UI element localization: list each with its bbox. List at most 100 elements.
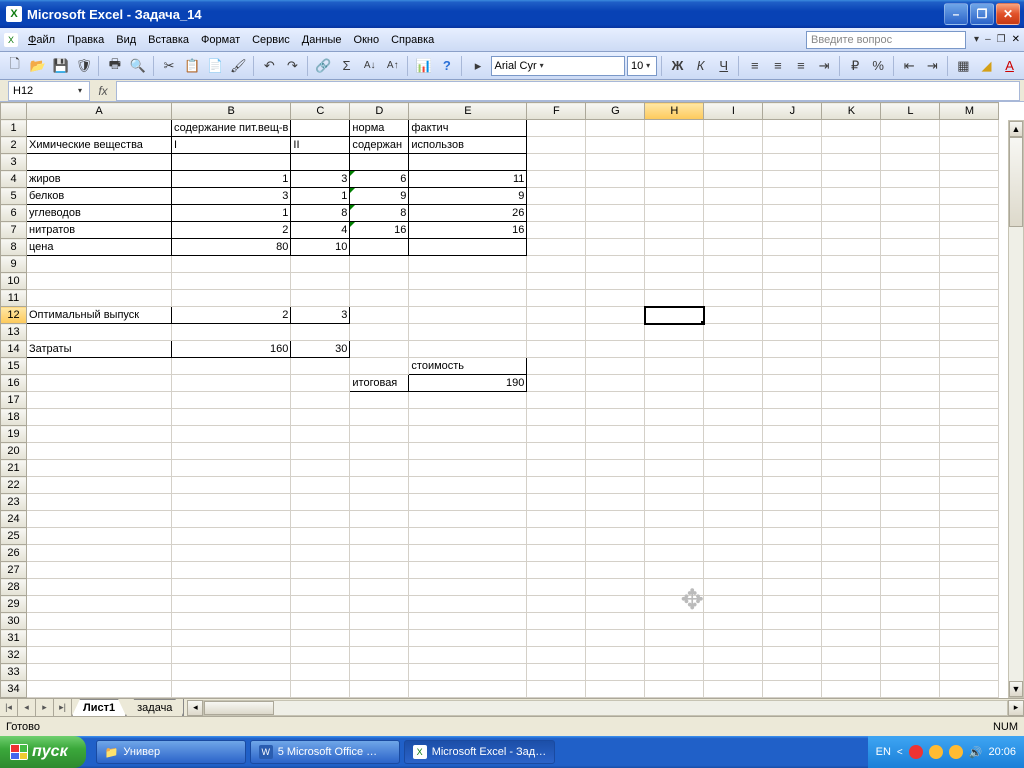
cell-J15[interactable]: [763, 358, 822, 375]
cell-F27[interactable]: [527, 562, 586, 579]
cell-K26[interactable]: [822, 545, 881, 562]
cell-E1[interactable]: фактич: [409, 120, 527, 137]
cell-D33[interactable]: [350, 664, 409, 681]
cell-B14[interactable]: 160: [172, 341, 291, 358]
cell-B27[interactable]: [172, 562, 291, 579]
cell-M15[interactable]: [940, 358, 999, 375]
cell-D1[interactable]: норма: [350, 120, 409, 137]
col-header-L[interactable]: L: [881, 103, 940, 120]
tray-chevron-icon[interactable]: <: [897, 747, 903, 758]
cell-D5[interactable]: 9: [350, 188, 409, 205]
cell-K21[interactable]: [822, 460, 881, 477]
cell-I12[interactable]: [704, 307, 763, 324]
cell-A22[interactable]: [27, 477, 172, 494]
cell-G11[interactable]: [586, 290, 645, 307]
cell-K27[interactable]: [822, 562, 881, 579]
sort-desc-button[interactable]: A↑: [382, 55, 403, 77]
cell-E29[interactable]: [409, 596, 527, 613]
cell-J8[interactable]: [763, 239, 822, 256]
cell-E33[interactable]: [409, 664, 527, 681]
cell-H32[interactable]: [645, 647, 704, 664]
cell-G9[interactable]: [586, 256, 645, 273]
cell-L12[interactable]: [881, 307, 940, 324]
cell-B23[interactable]: [172, 494, 291, 511]
cell-G33[interactable]: [586, 664, 645, 681]
cell-L6[interactable]: [881, 205, 940, 222]
cell-F31[interactable]: [527, 630, 586, 647]
cell-J3[interactable]: [763, 154, 822, 171]
menu-edit[interactable]: Правка: [61, 32, 110, 48]
cell-A20[interactable]: [27, 443, 172, 460]
cell-K29[interactable]: [822, 596, 881, 613]
cell-D19[interactable]: [350, 426, 409, 443]
increase-indent-button[interactable]: ⇥: [922, 55, 943, 77]
cell-H33[interactable]: [645, 664, 704, 681]
align-center-button[interactable]: ≡: [767, 55, 788, 77]
help-button[interactable]: ?: [436, 55, 457, 77]
cell-L13[interactable]: [881, 324, 940, 341]
cell-E8[interactable]: [409, 239, 527, 256]
open-button[interactable]: 📂: [27, 55, 48, 77]
cell-A12[interactable]: Оптимальный выпуск: [27, 307, 172, 324]
cell-K8[interactable]: [822, 239, 881, 256]
row-header-3[interactable]: 3: [1, 154, 27, 171]
cell-L32[interactable]: [881, 647, 940, 664]
cell-M5[interactable]: [940, 188, 999, 205]
row-header-28[interactable]: 28: [1, 579, 27, 596]
cell-I10[interactable]: [704, 273, 763, 290]
cell-M19[interactable]: [940, 426, 999, 443]
cell-B18[interactable]: [172, 409, 291, 426]
cell-G28[interactable]: [586, 579, 645, 596]
cell-A1[interactable]: [27, 120, 172, 137]
ask-question-box[interactable]: Введите вопрос: [806, 31, 966, 49]
italic-button[interactable]: К: [690, 55, 711, 77]
cell-J19[interactable]: [763, 426, 822, 443]
cell-C32[interactable]: [291, 647, 350, 664]
cell-B26[interactable]: [172, 545, 291, 562]
cell-H28[interactable]: [645, 579, 704, 596]
cell-E20[interactable]: [409, 443, 527, 460]
cell-K30[interactable]: [822, 613, 881, 630]
cell-K23[interactable]: [822, 494, 881, 511]
cell-B25[interactable]: [172, 528, 291, 545]
cell-M8[interactable]: [940, 239, 999, 256]
row-header-6[interactable]: 6: [1, 205, 27, 222]
font-color-button[interactable]: A: [999, 55, 1020, 77]
cell-L28[interactable]: [881, 579, 940, 596]
align-left-button[interactable]: ≡: [744, 55, 765, 77]
cell-H10[interactable]: [645, 273, 704, 290]
col-header-E[interactable]: E: [409, 103, 527, 120]
cell-M31[interactable]: [940, 630, 999, 647]
cell-M3[interactable]: [940, 154, 999, 171]
cell-H19[interactable]: [645, 426, 704, 443]
cell-C7[interactable]: 4: [291, 222, 350, 239]
cell-A3[interactable]: [27, 154, 172, 171]
scroll-down-button[interactable]: ▼: [1009, 681, 1023, 697]
tray-icon-1[interactable]: [909, 745, 923, 759]
cell-L8[interactable]: [881, 239, 940, 256]
vertical-scrollbar[interactable]: ▲ ▼: [1008, 120, 1024, 698]
cell-B5[interactable]: 3: [172, 188, 291, 205]
menu-dropdown-icon[interactable]: ▾: [974, 34, 979, 45]
cell-G29[interactable]: [586, 596, 645, 613]
cell-E18[interactable]: [409, 409, 527, 426]
cell-E4[interactable]: 11: [409, 171, 527, 188]
cell-G5[interactable]: [586, 188, 645, 205]
hscroll-thumb[interactable]: [204, 701, 274, 715]
menu-help[interactable]: Справка: [385, 32, 440, 48]
cell-C22[interactable]: [291, 477, 350, 494]
cell-C24[interactable]: [291, 511, 350, 528]
cell-A2[interactable]: Химические вещества: [27, 137, 172, 154]
cell-E14[interactable]: [409, 341, 527, 358]
row-header-16[interactable]: 16: [1, 375, 27, 392]
cell-I16[interactable]: [704, 375, 763, 392]
row-header-34[interactable]: 34: [1, 681, 27, 698]
window-close-button[interactable]: ✕: [996, 3, 1020, 25]
cell-D13[interactable]: [350, 324, 409, 341]
cell-C33[interactable]: [291, 664, 350, 681]
cell-B20[interactable]: [172, 443, 291, 460]
formula-input[interactable]: [116, 81, 1020, 101]
cell-J31[interactable]: [763, 630, 822, 647]
cell-B3[interactable]: [172, 154, 291, 171]
cell-M24[interactable]: [940, 511, 999, 528]
